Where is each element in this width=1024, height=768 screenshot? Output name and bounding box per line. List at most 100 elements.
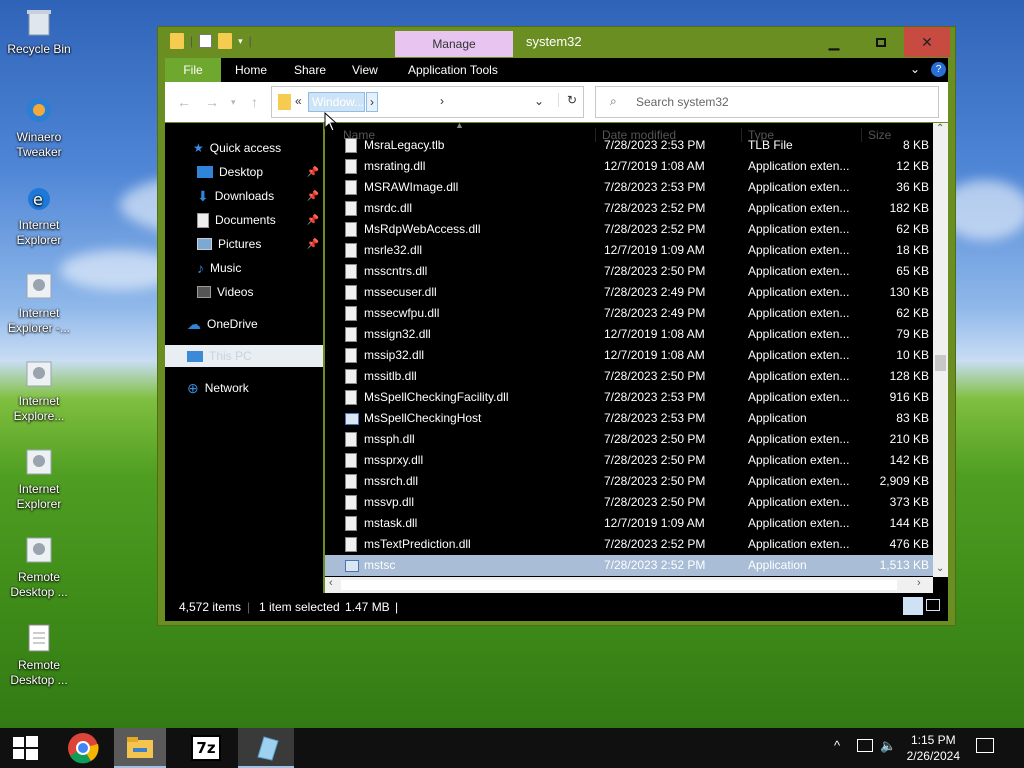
breadcrumb-chevron-icon[interactable]: › bbox=[366, 92, 378, 112]
horizontal-scrollbar[interactable]: ‹ › bbox=[325, 577, 933, 593]
up-icon[interactable]: ↑ bbox=[251, 94, 258, 110]
pin-icon[interactable]: 📌 bbox=[307, 167, 319, 178]
nav-quick-access[interactable]: ★ Quick access bbox=[193, 137, 281, 159]
breadcrumb-chevron-icon[interactable]: › bbox=[440, 94, 444, 108]
taskbar-file-explorer[interactable] bbox=[114, 728, 166, 768]
file-name: MsRdpWebAccess.dll bbox=[364, 222, 481, 236]
close-button[interactable]: ✕ bbox=[904, 27, 950, 57]
file-row[interactable]: msscntrs.dll 7/28/2023 2:50 PM Application… bbox=[325, 261, 933, 282]
tab-share[interactable]: Share bbox=[294, 58, 326, 82]
tab-file[interactable]: File bbox=[165, 58, 221, 82]
address-prefix[interactable]: « bbox=[295, 94, 302, 108]
scroll-right-icon[interactable]: › bbox=[917, 577, 921, 589]
details-view-icon[interactable] bbox=[903, 597, 923, 615]
volume-muted-icon[interactable]: 🔈 bbox=[880, 738, 896, 754]
file-date: 7/28/2023 2:50 PM bbox=[604, 369, 706, 383]
nav-videos[interactable]: Videos bbox=[197, 281, 253, 303]
desktop-icon-ie-shortcut-3[interactable]: Internet Explorer bbox=[4, 446, 74, 512]
tab-home[interactable]: Home bbox=[235, 58, 267, 82]
action-center-icon[interactable] bbox=[976, 738, 994, 753]
dll-file-icon bbox=[345, 348, 357, 363]
file-row[interactable]: mssip32.dll 12/7/2019 1:08 AM Application … bbox=[325, 345, 933, 366]
scroll-left-icon[interactable]: ‹ bbox=[329, 577, 333, 589]
nav-downloads[interactable]: ⬇ Downloads 📌 bbox=[197, 185, 323, 207]
forward-icon[interactable]: → bbox=[205, 94, 219, 110]
refresh-icon[interactable]: ↻ bbox=[558, 93, 577, 107]
new-folder-icon[interactable] bbox=[218, 33, 233, 49]
taskbar-7zip[interactable]: 7z bbox=[180, 728, 232, 768]
scroll-up-icon[interactable]: ⌃ bbox=[936, 123, 944, 134]
expand-ribbon-icon[interactable]: ⌄ bbox=[910, 62, 920, 76]
properties-icon[interactable] bbox=[199, 34, 213, 48]
file-row[interactable]: mssprxy.dll 7/28/2023 2:50 PM Application … bbox=[325, 450, 933, 471]
file-row[interactable]: mssvp.dll 7/28/2023 2:50 PM Application ex… bbox=[325, 492, 933, 513]
desktop-icon-label: Internet Explore... bbox=[13, 394, 65, 423]
nav-label: Videos bbox=[217, 285, 254, 299]
desktop-icon-remote-desktop-2[interactable]: Remote Desktop ... bbox=[4, 622, 74, 688]
file-row[interactable]: msrdc.dll 7/28/2023 2:52 PM Application ex… bbox=[325, 198, 933, 219]
vertical-scrollbar[interactable]: ⌃ ⌄ bbox=[933, 123, 948, 577]
back-icon[interactable]: ← bbox=[177, 94, 191, 110]
file-row[interactable]: msrle32.dll 12/7/2019 1:09 AM Application … bbox=[325, 240, 933, 261]
file-row[interactable]: mstsc 7/28/2023 2:52 PM Application 1,513 K… bbox=[325, 555, 933, 576]
file-row[interactable]: MsraLegacy.tlb 7/28/2023 2:53 PM TLB File 8… bbox=[325, 135, 933, 156]
file-row[interactable]: mssign32.dll 12/7/2019 1:08 AM Application… bbox=[325, 324, 933, 345]
desktop-icon-remote-desktop-1[interactable]: Remote Desktop ... bbox=[4, 534, 74, 600]
nav-pictures[interactable]: Pictures 📌 bbox=[197, 233, 323, 255]
pin-icon[interactable]: 📌 bbox=[307, 215, 319, 226]
file-row[interactable]: MSRAWImage.dll 7/28/2023 2:53 PM Applicati… bbox=[325, 177, 933, 198]
title-bar[interactable]: | ▾ | Manage system32 ▁ ✕ bbox=[158, 27, 955, 57]
file-row[interactable]: MsSpellCheckingHost 7/28/2023 2:53 PM Appl… bbox=[325, 408, 933, 429]
search-box[interactable]: ⌕ Search system32 bbox=[595, 86, 939, 118]
minimize-button[interactable]: ▁ bbox=[811, 27, 857, 57]
help-icon[interactable]: ? bbox=[931, 62, 946, 77]
nav-music[interactable]: ♪ Music bbox=[197, 257, 241, 279]
tab-view[interactable]: View bbox=[352, 58, 378, 82]
desktop-icon-ie-shortcut-1[interactable]: Internet Explorer -... bbox=[4, 270, 74, 336]
taskbar-notepad-app[interactable] bbox=[238, 728, 294, 768]
scroll-down-icon[interactable]: ⌄ bbox=[936, 563, 944, 574]
desktop-icon-recycle-bin[interactable]: Recycle Bin bbox=[4, 6, 74, 57]
file-date: 7/28/2023 2:49 PM bbox=[604, 306, 706, 320]
file-row[interactable]: MsSpellCheckingFacility.dll 7/28/2023 2:5… bbox=[325, 387, 933, 408]
file-row[interactable]: mssph.dll 7/28/2023 2:50 PM Application ex… bbox=[325, 429, 933, 450]
network-status-icon[interactable] bbox=[857, 739, 873, 752]
pin-icon[interactable]: 📌 bbox=[307, 191, 319, 202]
file-row[interactable]: MsRdpWebAccess.dll 7/28/2023 2:52 PM Appli… bbox=[325, 219, 933, 240]
desktop-icon-winaero-tweaker[interactable]: Winaero Tweaker bbox=[4, 94, 74, 160]
nav-this-pc[interactable]: This PC bbox=[165, 345, 323, 367]
file-row[interactable]: mssrch.dll 7/28/2023 2:50 PM Application e… bbox=[325, 471, 933, 492]
vertical-scroll-thumb[interactable] bbox=[935, 355, 946, 371]
file-row[interactable]: mstask.dll 12/7/2019 1:09 AM Application e… bbox=[325, 513, 933, 534]
tab-application-tools[interactable]: Application Tools bbox=[408, 58, 498, 82]
file-row[interactable]: msrating.dll 12/7/2019 1:08 AM Application… bbox=[325, 156, 933, 177]
start-button[interactable] bbox=[0, 728, 50, 768]
show-hidden-icons-icon[interactable]: ^ bbox=[834, 738, 840, 753]
desktop-icon-internet-explorer[interactable]: e Internet Explorer bbox=[4, 182, 74, 248]
horizontal-scroll-thumb[interactable] bbox=[341, 580, 897, 590]
recent-locations-icon[interactable]: ▾ bbox=[231, 97, 236, 108]
address-dropdown-icon[interactable]: ⌄ bbox=[534, 94, 544, 108]
desktop-icon-ie-shortcut-2[interactable]: Internet Explore... bbox=[4, 358, 74, 424]
file-row[interactable]: mssitlb.dll 7/28/2023 2:50 PM Application … bbox=[325, 366, 933, 387]
file-row[interactable]: mssecwfpu.dll 7/28/2023 2:49 PM Applicatio… bbox=[325, 303, 933, 324]
nav-network[interactable]: ⊕ Network bbox=[187, 377, 249, 399]
desktop-icon-label: Remote Desktop ... bbox=[10, 658, 68, 687]
dll-file-icon bbox=[345, 201, 357, 216]
nav-desktop[interactable]: Desktop 📌 bbox=[197, 161, 323, 183]
system-clock[interactable]: 1:15 PM 2/26/2024 bbox=[907, 732, 960, 764]
file-row[interactable]: mssecuser.dll 7/28/2023 2:49 PM Applicatio… bbox=[325, 282, 933, 303]
maximize-button[interactable] bbox=[858, 27, 904, 57]
file-row[interactable]: msTextPrediction.dll 7/28/2023 2:52 PM App… bbox=[325, 534, 933, 555]
large-icons-view-icon[interactable] bbox=[926, 599, 940, 611]
file-date: 7/28/2023 2:50 PM bbox=[604, 432, 706, 446]
nav-documents[interactable]: Documents 📌 bbox=[197, 209, 323, 231]
tab-manage[interactable]: Manage bbox=[395, 31, 513, 57]
address-segment[interactable]: Window... bbox=[308, 92, 365, 112]
folder-icon[interactable] bbox=[170, 33, 184, 49]
nav-onedrive[interactable]: ☁ OneDrive bbox=[187, 313, 258, 335]
taskbar-chrome[interactable] bbox=[58, 728, 108, 768]
pin-icon[interactable]: 📌 bbox=[307, 239, 319, 250]
customize-qat-icon[interactable]: ▾ bbox=[238, 36, 243, 47]
address-bar[interactable]: « Window... › › ⌄ ↻ bbox=[271, 86, 584, 118]
